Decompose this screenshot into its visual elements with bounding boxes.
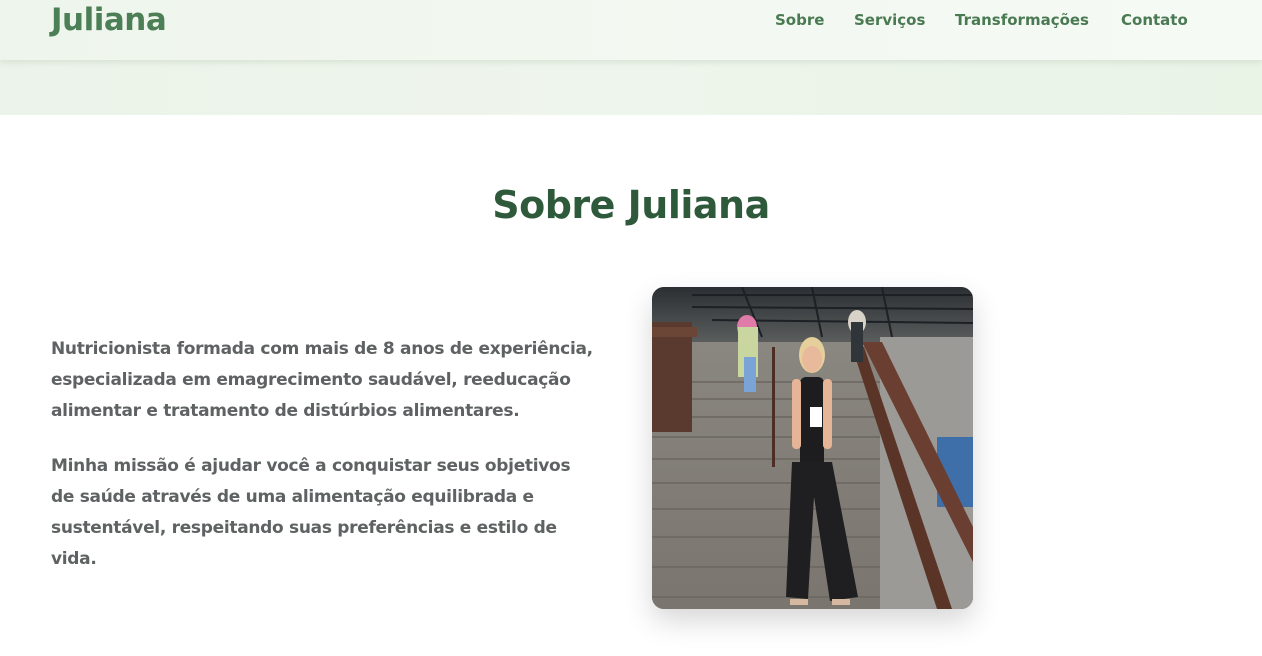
about-text: Nutricionista formada com mais de 8 anos… — [51, 334, 596, 575]
nav-link-servicos[interactable]: Serviços — [854, 10, 925, 30]
main-nav: Sobre Serviços Transformações Contato — [0, 10, 1262, 32]
hero-section-bottom — [0, 60, 1262, 115]
about-paragraph: Minha missão é ajudar você a conquistar … — [51, 456, 571, 569]
profile-photo — [652, 287, 973, 609]
about-title: Sobre Juliana — [492, 183, 770, 227]
nav-link-sobre[interactable]: Sobre — [775, 10, 824, 30]
about-paragraph: Nutricionista formada com mais de 8 anos… — [51, 339, 593, 421]
nav-link-contato[interactable]: Contato — [1121, 10, 1188, 30]
profile-photo-illustration — [652, 287, 973, 609]
site-header: Juliana Sobre Serviços Transformações Co… — [0, 0, 1262, 60]
nav-link-transformacoes[interactable]: Transformações — [955, 10, 1089, 30]
